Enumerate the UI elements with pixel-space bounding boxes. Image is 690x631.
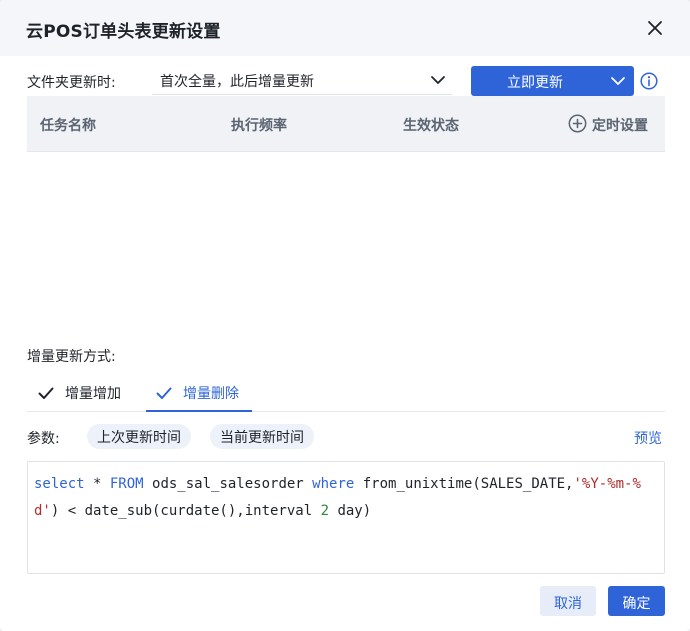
chevron-down-icon [431, 76, 445, 84]
tab-incremental-add[interactable]: 增量增加 [27, 374, 131, 412]
update-now-button-label: 立即更新 [507, 75, 563, 91]
dialog-title: 云POS订单头表更新设置 [26, 22, 221, 42]
sql-editor[interactable]: select * FROM ods_sal_salesorder where f… [27, 461, 665, 574]
check-icon [156, 387, 172, 399]
sql-token-kw: select [34, 476, 85, 492]
preview-link[interactable]: 预览 [634, 428, 662, 448]
sql-token-plain: day) [329, 503, 372, 519]
sql-token-plain: from_unixtime(SALES_DATE, [354, 476, 574, 492]
update-settings-dialog: 云POS订单头表更新设置 文件夹更新时: 首次全量，此后增量更新 立即更新 任务… [0, 0, 690, 631]
incremental-mode-label: 增量更新方式: [27, 349, 116, 365]
check-icon [38, 387, 54, 399]
sql-token-num: 2 [320, 503, 330, 519]
tab-incremental-delete-label: 增量删除 [183, 386, 239, 402]
sql-token-plain: * [84, 476, 110, 492]
folder-update-select[interactable]: 首次全量，此后增量更新 [152, 66, 452, 95]
folder-update-select-value: 首次全量，此后增量更新 [160, 74, 314, 90]
tab-incremental-add-label: 增量增加 [65, 386, 121, 402]
column-frequency: 执行频率 [231, 118, 287, 134]
sql-token-plain: ods_sal_salesorder [143, 476, 313, 492]
info-icon[interactable] [640, 72, 658, 90]
update-now-button[interactable]: 立即更新 [471, 66, 634, 96]
sql-code: select * FROM ods_sal_salesorder where f… [34, 471, 654, 525]
tab-incremental-delete[interactable]: 增量删除 [146, 374, 252, 412]
dialog-header: 云POS订单头表更新设置 [0, 0, 690, 56]
column-task-name: 任务名称 [40, 118, 96, 134]
plus-circle-icon [568, 114, 587, 133]
param-last-update-time[interactable]: 上次更新时间 [87, 424, 191, 449]
column-status: 生效状态 [403, 118, 459, 134]
cancel-button[interactable]: 取消 [540, 586, 596, 616]
schedule-settings-label: 定时设置 [592, 118, 648, 134]
task-table-body [27, 152, 665, 332]
sql-token-kw: FROM [109, 476, 144, 492]
sql-token-kw: where [312, 476, 355, 492]
param-current-update-time[interactable]: 当前更新时间 [210, 424, 314, 449]
incremental-mode-tabs: 增量增加 增量删除 [27, 374, 665, 412]
sql-token-plain: ) < date_sub(curdate(),interval [50, 503, 321, 519]
confirm-button[interactable]: 确定 [608, 586, 665, 616]
task-table-header: 任务名称 执行频率 生效状态 定时设置 [27, 96, 665, 152]
chevron-down-icon[interactable] [610, 73, 626, 89]
close-icon[interactable] [644, 17, 666, 39]
folder-update-label: 文件夹更新时: [27, 75, 116, 91]
params-label: 参数: [27, 431, 60, 447]
